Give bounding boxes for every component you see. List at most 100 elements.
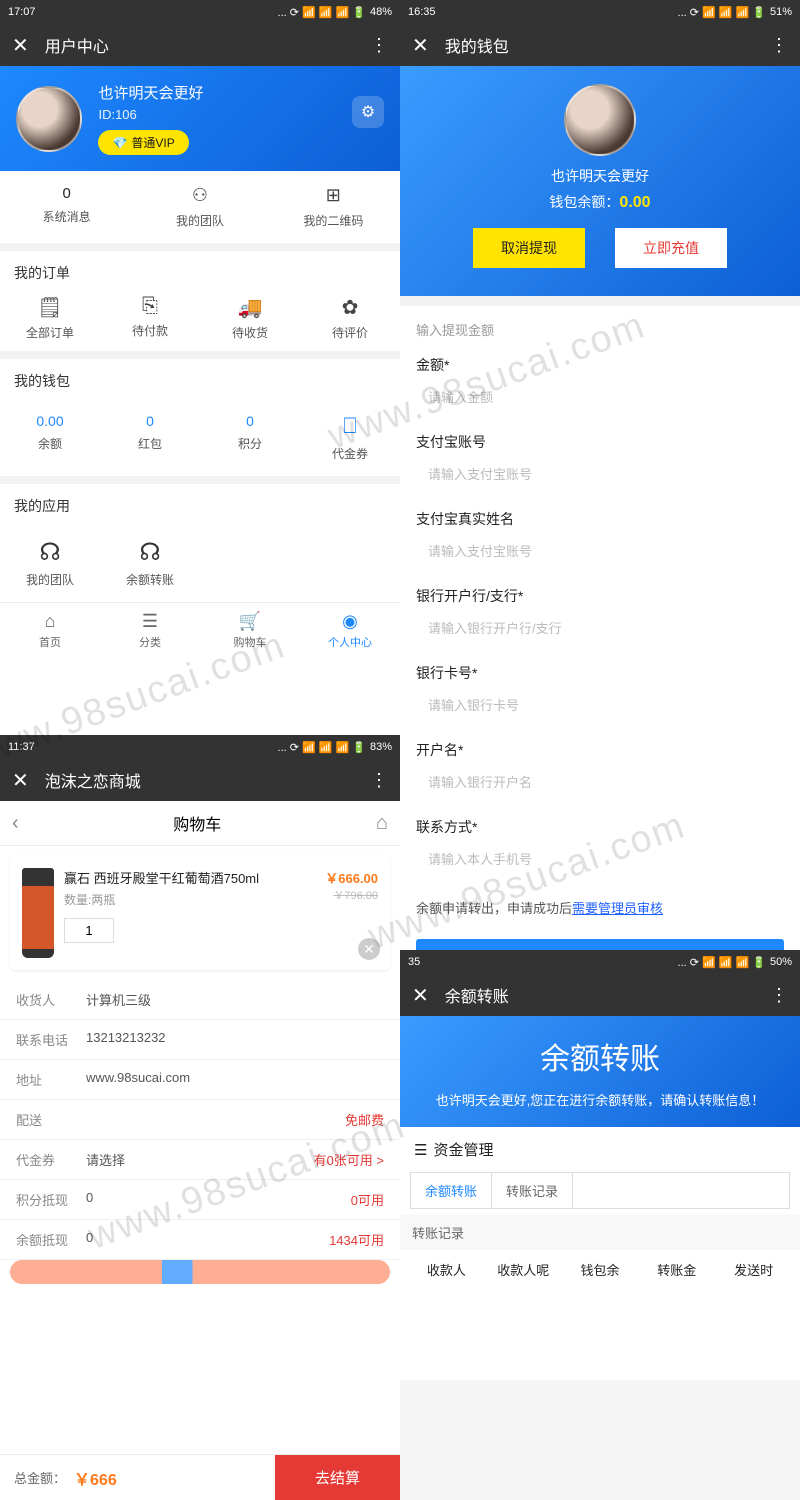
order-item[interactable]: 🚚待收货 <box>200 295 300 341</box>
status-icons: ... ⟳ 📶 📶 📶 🔋 48% <box>278 6 392 19</box>
info-row[interactable]: 配送免邮费 <box>0 1100 400 1140</box>
text-input[interactable]: 请输入银行卡号 <box>416 689 784 724</box>
page-title: 用户中心 <box>45 33 370 57</box>
section-header: ☰资金管理 <box>400 1127 800 1172</box>
avatar[interactable] <box>16 86 82 152</box>
quantity-input[interactable] <box>64 918 114 943</box>
home-icon[interactable]: ⌂ <box>376 812 388 835</box>
col-header: 收款人 <box>408 1260 485 1279</box>
cart-screen: 11:37 ... ⟳ 📶 📶 📶 🔋 83% ✕ 泡沫之恋商城 ⋮ ‹ 购物车… <box>0 735 400 1500</box>
more-icon[interactable]: ⋮ <box>770 35 788 56</box>
close-icon[interactable]: ✕ <box>12 768 29 793</box>
info-row[interactable]: 积分抵现00可用 <box>0 1180 400 1220</box>
app-item[interactable]: ☊余额转账 <box>100 538 200 588</box>
apps-header: 我的应用 <box>0 476 400 528</box>
settings-button[interactable]: ⚙ <box>352 96 384 128</box>
cancel-withdraw-button[interactable]: 取消提现 <box>473 228 585 268</box>
user-id: ID:106 <box>98 107 203 122</box>
tab-icon: 🛒 <box>200 611 300 632</box>
field-label: 开户名* <box>416 740 784 760</box>
cart-item-card: 赢石 西班牙殿堂干红葡萄酒750ml 数量:两瓶 ￥666.00 ￥796.00… <box>10 856 390 970</box>
text-input[interactable]: 请输入支付宝账号 <box>416 458 784 493</box>
order-item[interactable]: ✿待评价 <box>300 295 400 341</box>
wallet-item[interactable]: 0积分 <box>200 413 300 462</box>
info-row: 联系电话13213213232 <box>0 1020 400 1060</box>
annotation-scribble <box>10 1260 390 1284</box>
cart-nav: ‹ 购物车 ⌂ <box>0 801 400 846</box>
more-icon[interactable]: ⋮ <box>770 985 788 1006</box>
price-old: ￥796.00 <box>325 887 378 903</box>
records-subhead: 转账记录 <box>400 1215 800 1250</box>
col-header: 转账金 <box>638 1260 715 1279</box>
text-input[interactable]: 请输入支付宝账号 <box>416 535 784 570</box>
admin-review-link[interactable]: 需要管理员审核 <box>572 901 663 916</box>
status-bar: 16:35 ... ⟳ 📶 📶 📶 🔋 51% <box>400 0 800 24</box>
more-icon[interactable]: ⋮ <box>370 770 388 791</box>
hero-subtitle: 也许明天会更好,您正在进行余额转账，请确认转账信息！ <box>410 1090 790 1109</box>
wallet-item[interactable]: 0.00余额 <box>0 413 100 462</box>
transfer-hero: 余额转账 也许明天会更好,您正在进行余额转账，请确认转账信息！ <box>400 1016 800 1127</box>
field-label: 支付宝账号 <box>416 432 784 452</box>
info-row[interactable]: 代金券请选择有0张可用 > <box>0 1140 400 1180</box>
col-header: 钱包余 <box>562 1260 639 1279</box>
price-now: ￥666.00 <box>325 868 378 887</box>
back-icon[interactable]: ‹ <box>12 812 19 835</box>
close-icon[interactable]: ✕ <box>412 33 429 58</box>
text-input[interactable]: 请输入金额 <box>416 381 784 416</box>
tab-item[interactable]: 🛒购物车 <box>200 603 300 658</box>
clock: 35 <box>408 956 420 968</box>
transfer-screen: 35 ... ⟳ 📶 📶 📶 🔋 50% ✕ 余额转账 ⋮ 余额转账 也许明天会… <box>400 950 800 1380</box>
checkout-button[interactable]: 去结算 <box>275 1455 400 1500</box>
tab-icon: ◉ <box>300 611 400 632</box>
remove-button[interactable]: ✕ <box>358 938 380 960</box>
product-name: 赢石 西班牙殿堂干红葡萄酒750ml <box>64 868 315 887</box>
avatar[interactable] <box>564 84 636 156</box>
wallet-hero: 也许明天会更好 钱包余额：0.00 取消提现 立即充值 <box>400 66 800 296</box>
stat-team[interactable]: ⚇我的团队 <box>133 171 266 243</box>
stat-qrcode[interactable]: ⊞我的二维码 <box>267 171 400 243</box>
order-icon: ⎘ <box>100 295 200 318</box>
tab-records[interactable]: 转账记录 <box>492 1173 573 1208</box>
orders-header: 我的订单 <box>0 243 400 295</box>
wallet-item[interactable]: ⎕代金券 <box>300 413 400 462</box>
hero-title: 余额转账 <box>410 1034 790 1078</box>
voucher-icon: ⎕ <box>300 413 400 439</box>
app-item[interactable]: ☊我的团队 <box>0 538 100 588</box>
user-name: 也许明天会更好 <box>98 82 203 103</box>
text-input[interactable]: 请输入本人手机号 <box>416 843 784 878</box>
tab-icon: ⌂ <box>0 611 100 632</box>
user-center-screen: 17:07 ... ⟳ 📶 📶 📶 🔋 48% ✕ 用户中心 ⋮ 也许明天会更好… <box>0 0 400 735</box>
order-item[interactable]: 🗒全部订单 <box>0 295 100 341</box>
clock: 17:07 <box>8 6 36 18</box>
text-input[interactable]: 请输入银行开户行/支行 <box>416 612 784 647</box>
wallet-screen: 16:35 ... ⟳ 📶 📶 📶 🔋 51% ✕ 我的钱包 ⋮ 也许明天会更好… <box>400 0 800 950</box>
status-bar: 35 ... ⟳ 📶 📶 📶 🔋 50% <box>400 950 800 974</box>
balance-row: 钱包余额：0.00 <box>416 192 784 212</box>
clock: 11:37 <box>8 741 35 753</box>
clock: 16:35 <box>408 6 436 18</box>
close-icon[interactable]: ✕ <box>12 33 29 58</box>
submit-button[interactable]: 立即转出 <box>416 939 784 950</box>
vip-badge[interactable]: 💎 普通VIP <box>98 130 188 155</box>
recharge-button[interactable]: 立即充值 <box>615 228 727 268</box>
field-label: 支付宝真实姓名 <box>416 509 784 529</box>
order-icon: 🗒 <box>0 295 100 320</box>
text-input[interactable]: 请输入银行开户名 <box>416 766 784 801</box>
more-icon[interactable]: ⋮ <box>370 35 388 56</box>
order-icon: ✿ <box>300 295 400 320</box>
tab-icon: ☰ <box>100 611 200 632</box>
tab-item[interactable]: ◉个人中心 <box>300 603 400 658</box>
tab-item[interactable]: ☰分类 <box>100 603 200 658</box>
stat-messages[interactable]: 0系统消息 <box>0 171 133 243</box>
info-row[interactable]: 余额抵现01434可用 <box>0 1220 400 1260</box>
field-label: 银行卡号* <box>416 663 784 683</box>
total-label: 总金额： <box>0 1468 74 1487</box>
close-icon[interactable]: ✕ <box>412 983 429 1008</box>
table-header: 收款人收款人呢钱包余转账金发送时 <box>400 1250 800 1289</box>
user-name: 也许明天会更好 <box>416 166 784 186</box>
wallet-item[interactable]: 0红包 <box>100 413 200 462</box>
app-icon: ☊ <box>0 538 100 567</box>
order-item[interactable]: ⎘待付款 <box>100 295 200 341</box>
tab-transfer[interactable]: 余额转账 <box>411 1173 492 1208</box>
tab-item[interactable]: ⌂首页 <box>0 603 100 658</box>
